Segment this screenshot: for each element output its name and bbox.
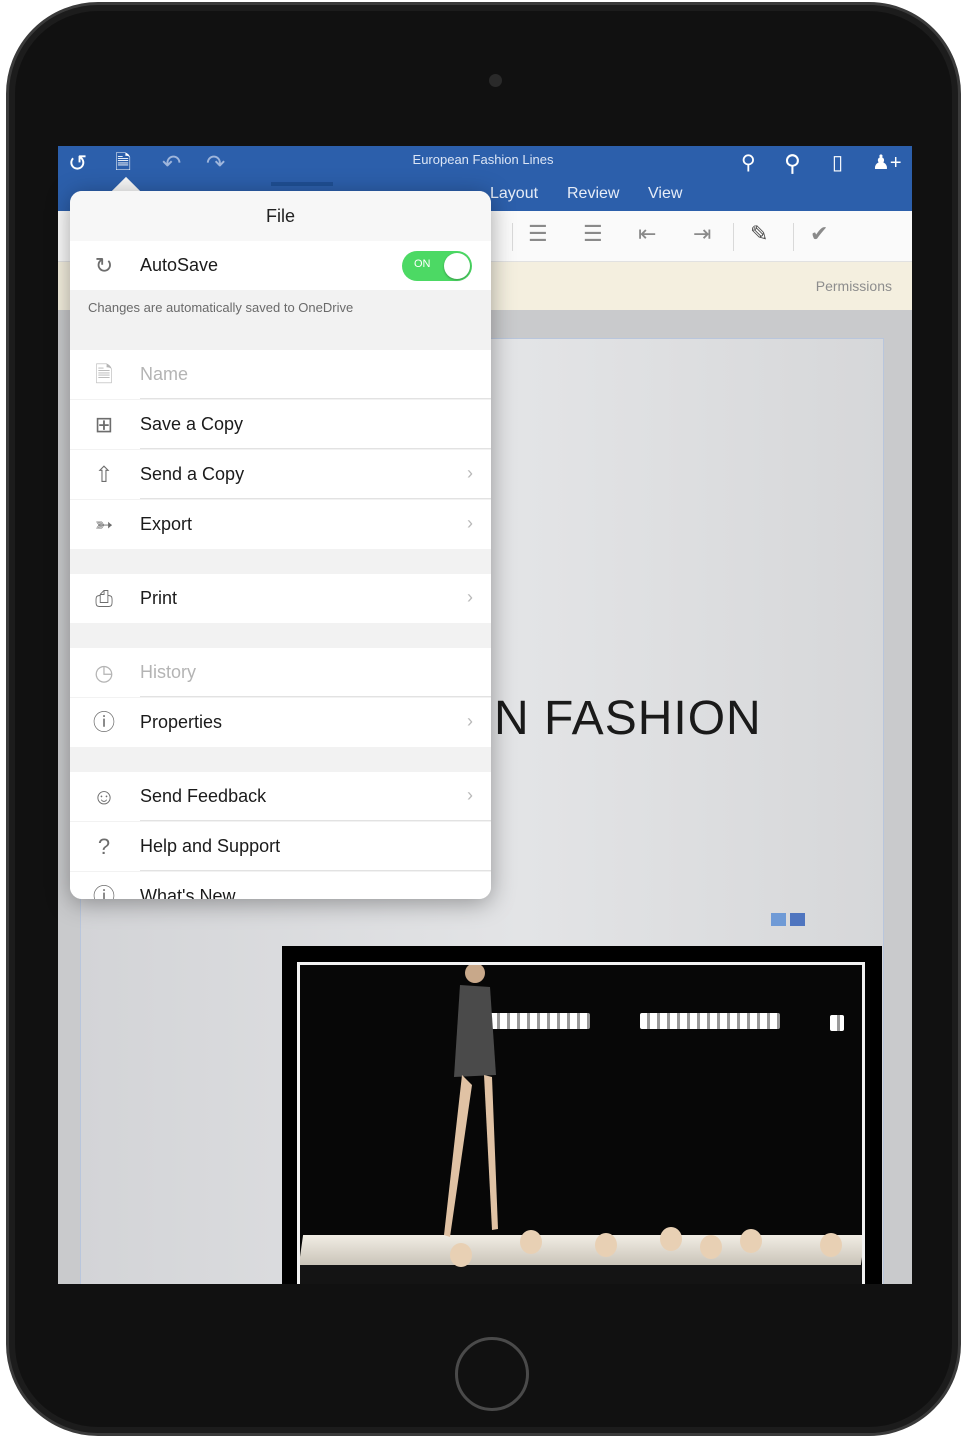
audience-head	[740, 1229, 762, 1253]
audience-head	[520, 1230, 542, 1254]
menu-item-properties[interactable]: ⓘ Properties ›	[70, 698, 491, 747]
menu-item-export[interactable]: ➳ Export ›	[70, 500, 491, 549]
share-person-icon[interactable]: ♟+	[872, 148, 902, 178]
tab-selection-indicator	[271, 182, 333, 186]
autosave-label: AutoSave	[140, 255, 219, 275]
file-menu-popover: File ↻ AutoSave ON Changes are automatic…	[70, 191, 491, 899]
lightbulb-icon[interactable]: ⚲	[741, 148, 756, 178]
menu-item-label: Print	[140, 588, 178, 608]
chevron-right-icon: ›	[467, 711, 473, 731]
menu-item-label: History	[140, 662, 197, 682]
file-menu-title: File	[70, 191, 491, 242]
chevron-right-icon: ›	[467, 785, 473, 805]
menu-item-label: Send Feedback	[140, 786, 267, 806]
tab-review[interactable]: Review	[567, 185, 619, 203]
toggle-knob	[444, 253, 470, 279]
accent-square	[790, 913, 805, 926]
redo-icon[interactable]: ↷	[206, 148, 225, 178]
styles-icon[interactable]: ✎	[750, 221, 768, 247]
decrease-indent-icon[interactable]: ⇤	[638, 221, 656, 247]
menu-item-whats-new[interactable]: ⓘ What's New	[70, 872, 491, 899]
numbered-list-icon[interactable]: ☰	[583, 221, 603, 247]
menu-item-help-and-support[interactable]: ? Help and Support	[70, 822, 491, 871]
permissions-link[interactable]: Permissions	[816, 278, 892, 294]
home-button[interactable]	[455, 1337, 529, 1411]
menu-item-print[interactable]: ⎙ Print ›	[70, 574, 491, 623]
audience-head	[700, 1235, 722, 1259]
info-icon: ⓘ	[92, 710, 115, 735]
row-divider	[140, 498, 491, 499]
autosave-note: Changes are automatically saved to OneDr…	[88, 300, 354, 315]
format-painter-icon[interactable]: ✔	[810, 221, 828, 247]
document-icon: 🗎	[95, 362, 113, 387]
audience	[300, 1265, 862, 1284]
runway-model	[444, 965, 498, 1237]
export-icon: ➳	[94, 512, 114, 537]
menu-item-label: Save a Copy	[140, 414, 244, 434]
menu-item-send-feedback[interactable]: ☺ Send Feedback ›	[70, 772, 491, 821]
menu-item-history: ◷ History	[70, 648, 491, 697]
runway-photo[interactable]	[282, 946, 882, 1284]
menu-item-label: Help and Support	[140, 836, 281, 856]
search-icon[interactable]: ⚲	[784, 148, 801, 178]
stage-light	[640, 1013, 780, 1029]
toolbar-divider	[733, 223, 734, 251]
menu-item-label: Properties	[140, 712, 223, 732]
increase-indent-icon[interactable]: ⇥	[693, 221, 711, 247]
document-heading: N FASHION	[494, 692, 762, 745]
chevron-right-icon: ›	[467, 587, 473, 607]
chevron-right-icon: ›	[467, 513, 473, 533]
audience-head	[595, 1233, 617, 1257]
feedback-icon: ☺	[92, 784, 116, 809]
back-icon[interactable]: ↺	[68, 148, 87, 178]
mobile-view-icon[interactable]: ▯	[832, 148, 843, 178]
accent-square	[771, 913, 786, 926]
save-copy-icon: ⊞	[94, 412, 114, 437]
tab-layout[interactable]: Layout	[490, 185, 538, 203]
toolbar-divider	[512, 223, 513, 251]
row-divider	[140, 448, 491, 449]
toggle-state-text: ON	[414, 258, 431, 270]
share-icon: ⇧	[94, 462, 114, 487]
file-icon[interactable]: 🗎	[115, 148, 131, 178]
question-icon: ?	[97, 834, 111, 859]
autosave-icon: ↻	[94, 253, 114, 278]
row-divider	[140, 820, 491, 821]
chevron-right-icon: ›	[467, 463, 473, 483]
menu-item-send-a-copy[interactable]: ⇧ Send a Copy ›	[70, 450, 491, 499]
stage-light	[830, 1015, 844, 1031]
info-icon: ⓘ	[92, 884, 115, 899]
menu-item-label: Send a Copy	[140, 464, 245, 484]
row-divider	[140, 696, 491, 697]
menu-item-label: Name	[140, 364, 189, 384]
autosave-row: ↻ AutoSave ON	[70, 241, 491, 290]
document-title: European Fashion Lines	[412, 152, 554, 167]
tab-view[interactable]: View	[648, 185, 682, 203]
autosave-toggle[interactable]: ON	[402, 251, 472, 281]
row-divider	[140, 398, 491, 399]
menu-item-name: 🗎 Name	[70, 350, 491, 399]
audience-head	[820, 1233, 842, 1257]
row-divider	[140, 870, 491, 871]
menu-item-save-a-copy[interactable]: ⊞ Save a Copy	[70, 400, 491, 449]
toolbar-divider	[793, 223, 794, 251]
menu-item-label: What's New	[140, 886, 236, 899]
printer-icon: ⎙	[95, 586, 113, 611]
menu-item-label: Export	[140, 514, 193, 534]
undo-icon[interactable]: ↶	[162, 148, 181, 178]
front-camera	[489, 74, 502, 87]
audience-head	[660, 1227, 682, 1251]
history-icon: ◷	[94, 660, 114, 685]
bullet-list-icon[interactable]: ☰	[528, 221, 548, 247]
photo-content	[297, 962, 865, 1284]
